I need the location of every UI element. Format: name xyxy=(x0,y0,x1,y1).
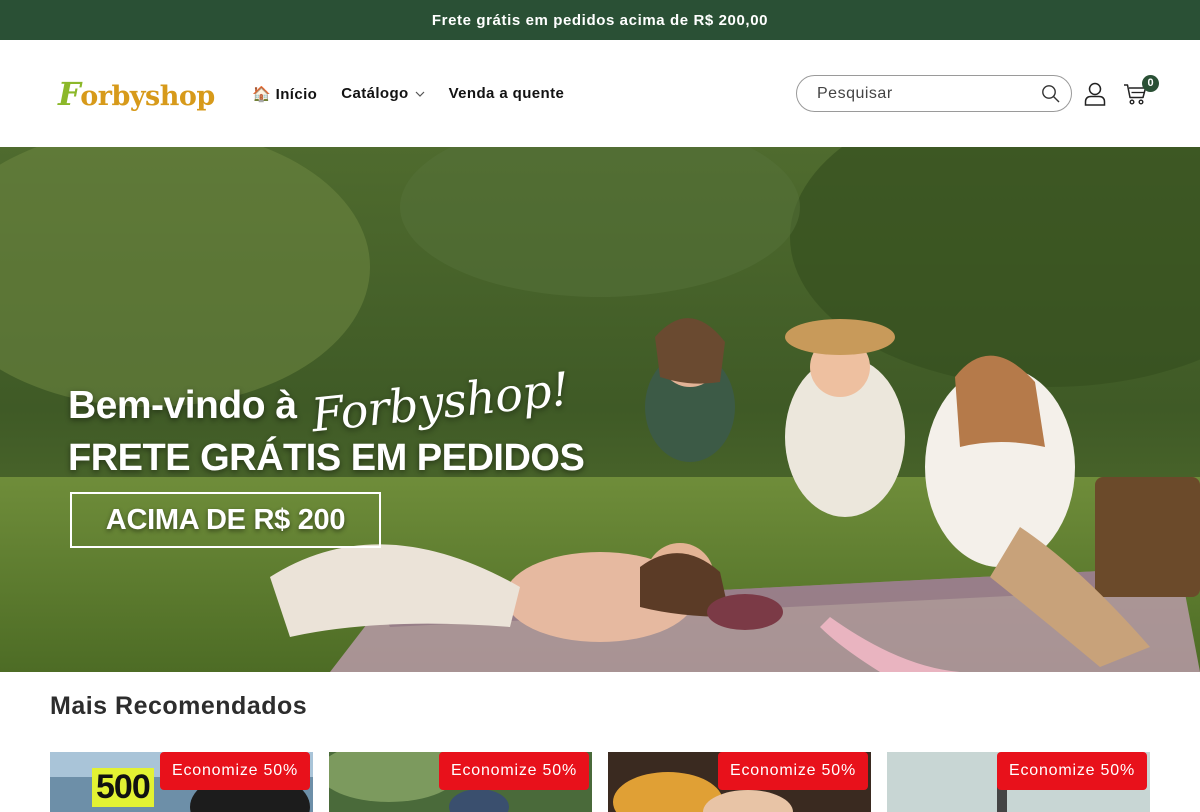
cart-button[interactable]: 0 xyxy=(1120,74,1159,114)
nav-item-inicio[interactable]: 🏠 Início xyxy=(240,75,329,113)
product-image-text: 500 xyxy=(92,768,154,807)
search-icon[interactable] xyxy=(1041,84,1061,104)
product-card[interactable]: Economize 50% xyxy=(329,752,592,812)
logo[interactable]: Forbyshop xyxy=(58,75,230,113)
nav-item-venda-a-quente[interactable]: Venda a quente xyxy=(437,75,577,112)
user-icon[interactable] xyxy=(1080,74,1110,114)
section-title-recommended: Mais Recomendados xyxy=(50,692,308,720)
hero-banner[interactable]: Bem-vindo à Forbyshop! FRETE GRÁTIS EM P… xyxy=(0,147,1200,672)
cart-count-badge: 0 xyxy=(1142,74,1159,92)
product-grid: 500 Economize 50% Economize 50% Economiz… xyxy=(50,752,1150,812)
hero-welcome-text: Bem-vindo à xyxy=(68,384,297,427)
discount-badge: Economize 50% xyxy=(438,752,589,790)
announcement-text: Frete grátis em pedidos acima de R$ 200,… xyxy=(431,11,769,29)
hero-title: Bem-vindo à Forbyshop! xyxy=(68,362,571,443)
discount-badge: Economize 50% xyxy=(717,752,868,790)
nav-item-catalogo[interactable]: Catálogo xyxy=(329,75,436,112)
hero-threshold-box: ACIMA DE R$ 200 xyxy=(70,492,381,548)
announcement-bar: Frete grátis em pedidos acima de R$ 200,… xyxy=(0,0,1200,40)
product-card[interactable]: Economize 50% xyxy=(887,752,1150,812)
product-card[interactable]: 500 Economize 50% xyxy=(50,752,313,812)
product-card[interactable]: Economize 50% xyxy=(608,752,871,812)
logo-text: Forbyshop xyxy=(58,74,215,113)
site-header: Forbyshop 🏠 Início Catálogo Venda a quen… xyxy=(0,40,1200,147)
header-actions: 0 xyxy=(796,74,1159,114)
search-box[interactable] xyxy=(796,75,1072,112)
nav-item-label: Venda a quente xyxy=(448,85,565,102)
search-input[interactable] xyxy=(817,84,1041,103)
discount-badge: Economize 50% xyxy=(159,752,310,790)
nav-item-label: Catálogo xyxy=(341,85,409,102)
hero-subtitle: FRETE GRÁTIS EM PEDIDOS xyxy=(68,437,585,479)
chevron-down-icon xyxy=(415,91,425,97)
discount-badge: Economize 50% xyxy=(996,752,1147,790)
nav-item-label: 🏠 Início xyxy=(252,85,318,103)
main-nav: 🏠 Início Catálogo Venda a quente xyxy=(240,75,576,113)
